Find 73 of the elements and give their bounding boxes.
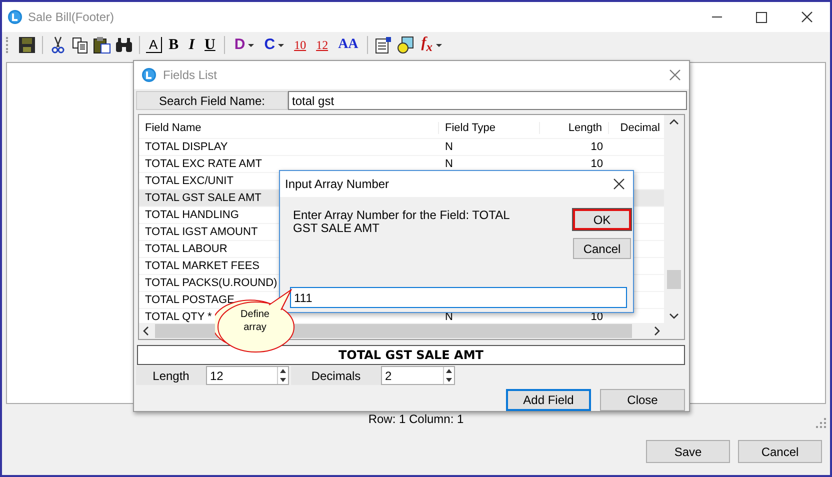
text-box-button[interactable]: A — [146, 37, 162, 53]
spin-down-icon[interactable] — [446, 378, 452, 382]
table-cell: TOTAL MARKET FEES — [145, 260, 260, 272]
function-menu-button[interactable]: f$_{x}$ — [418, 34, 445, 56]
scissors-icon[interactable] — [49, 36, 67, 54]
window-title: Sale Bill(Footer) — [28, 10, 116, 24]
column-header[interactable]: Length — [540, 122, 609, 134]
dialog-button[interactable]: Add Field — [506, 389, 591, 411]
bold-button[interactable]: B — [166, 36, 182, 54]
close-icon[interactable] — [801, 11, 813, 23]
spin-down-icon[interactable] — [280, 378, 286, 382]
dialog-title: Input Array Number — [285, 177, 390, 191]
table-row[interactable]: TOTAL DISPLAY N 10 — [139, 139, 664, 156]
field-label: Length — [136, 366, 206, 385]
scroll-down-icon[interactable] — [669, 313, 679, 319]
table-cell: TOTAL DISPLAY — [145, 141, 228, 153]
column-header[interactable]: Field Type — [439, 122, 540, 134]
selected-field-name: TOTAL GST SALE AMT — [338, 348, 484, 362]
spin-up-icon[interactable] — [280, 369, 286, 374]
number-format-button[interactable]: 12 — [313, 36, 332, 54]
search-field[interactable]: total gst — [288, 91, 687, 110]
spin-field[interactable]: 12 — [206, 366, 289, 385]
save-icon[interactable] — [18, 36, 36, 54]
caret-icon — [248, 44, 254, 46]
table-cell: TOTAL EXC/UNIT — [145, 175, 234, 187]
copy-icon[interactable] — [71, 36, 89, 54]
dialog-button[interactable]: Cancel — [738, 440, 822, 463]
scroll-thumb[interactable] — [667, 270, 681, 288]
paste-icon[interactable] — [93, 36, 111, 54]
dialog-message: Enter Array Number for the Field: TOTAL GST SALE AMT — [293, 209, 510, 237]
shapes-icon[interactable] — [396, 36, 414, 54]
column-header[interactable]: Field Name — [139, 122, 439, 134]
scroll-up-icon[interactable] — [669, 119, 679, 125]
field-label: Decimals — [291, 366, 381, 385]
table-cell: TOTAL QTY * — [145, 311, 212, 323]
scroll-left-icon[interactable] — [143, 326, 149, 336]
spin-up-icon[interactable] — [446, 369, 452, 374]
underline-button[interactable]: U — [202, 36, 218, 54]
table-cell: 10 — [590, 158, 603, 170]
app-logo-icon — [142, 68, 156, 82]
close-icon[interactable] — [613, 178, 625, 190]
table-cell: N — [445, 158, 453, 170]
table-cell: TOTAL POSTAGE — [145, 294, 234, 306]
field-label: Search Field Name: — [136, 91, 288, 110]
dialog-button[interactable]: Save — [646, 440, 730, 463]
maximize-icon[interactable] — [756, 12, 767, 22]
dialog-button[interactable]: Close — [600, 389, 685, 411]
table-cell: 10 — [590, 141, 603, 153]
dialog-button[interactable]: Cancel — [573, 238, 631, 259]
calculated-field-menu-button[interactable]: C — [261, 36, 288, 54]
scroll-right-icon[interactable] — [654, 326, 660, 336]
data-field-menu-button[interactable]: D — [231, 36, 258, 54]
table-cell: TOTAL PACKS(U.ROUND) — [145, 277, 278, 289]
table-cell: TOTAL GST SALE AMT — [145, 192, 262, 204]
binoculars-icon[interactable] — [115, 36, 133, 54]
table-cell: TOTAL LABOUR — [145, 243, 228, 255]
table-cell: TOTAL EXC RATE AMT — [145, 158, 262, 170]
dialog-button[interactable]: OK — [573, 209, 631, 230]
font-button[interactable]: AA — [335, 36, 362, 54]
resize-grip-icon[interactable] — [816, 418, 826, 428]
caret-icon — [278, 44, 284, 46]
caret-icon — [436, 44, 442, 46]
spin-field[interactable]: 2 — [381, 366, 455, 385]
input-field[interactable]: 111 — [290, 287, 627, 308]
table-cell: TOTAL HANDLING — [145, 209, 239, 221]
number-format-button[interactable]: 10 — [291, 36, 310, 54]
properties-icon[interactable] — [374, 36, 392, 54]
italic-button[interactable]: I — [186, 36, 198, 54]
dialog-title: Fields List — [163, 68, 218, 82]
app-logo-icon — [8, 10, 22, 24]
status-text: Row: 1 Column: 1 — [368, 412, 464, 426]
table-cell: N — [445, 141, 453, 153]
table-cell: TOTAL IGST AMOUNT — [145, 226, 258, 238]
